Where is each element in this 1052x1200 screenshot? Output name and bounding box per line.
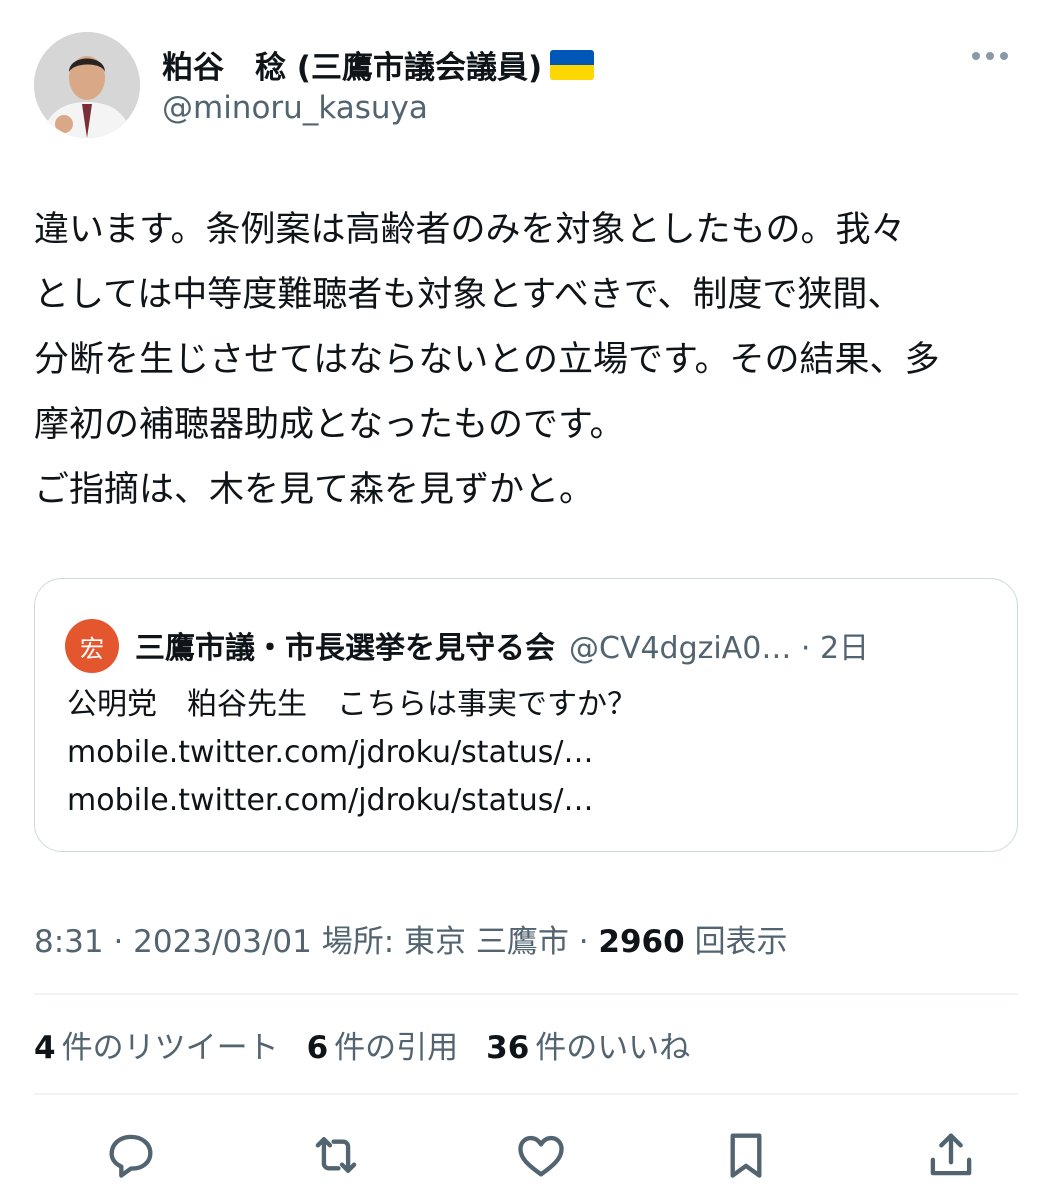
tweet-detail: 粕谷 稔 (三鷹市議会議員) @minoru_kasuya 違います。条例案は高… [0,0,1052,1200]
tweet-line: 違います。条例案は高齢者のみを対象としたもの。我々 [34,210,906,250]
quoted-link[interactable]: mobile.twitter.com/jdroku/status/… [67,729,637,777]
quoted-author-avatar[interactable]: 宏 [65,619,119,673]
divider [34,1093,1018,1095]
share-button[interactable] [916,1120,986,1190]
tweet-line: 分断を生じさせてはならないとの立場です。その結果、多 [34,340,940,380]
quoted-tweet-header: 三鷹市議・市長選挙を見守る会 @CV4dgziA0… · 2日 [135,623,869,667]
retweet-button[interactable] [301,1120,371,1190]
more-options-icon[interactable] [972,52,1008,60]
author-avatar[interactable] [34,32,140,138]
engagement-stats: 4 件のリツイート 6 件の引用 36 件のいいね [34,1022,690,1067]
person-photo-icon [34,32,140,138]
reply-button[interactable] [96,1120,166,1190]
bookmark-icon [730,1133,762,1178]
divider [34,993,1018,995]
retweet-icon [315,1137,357,1173]
tweet-metadata: 8:31 · 2023/03/01 場所: 東京 三鷹市 · 2960 回表示 [34,916,788,961]
like-button[interactable] [506,1120,576,1190]
tweet-line: ご指摘は、木を見て森を見ずかと。 [34,470,595,510]
share-icon [930,1133,972,1176]
action-bar [96,1120,986,1190]
quoted-line: 公明党 粕谷先生 こちらは事実ですか？ [67,687,637,722]
bookmark-button[interactable] [711,1120,781,1190]
author-name-row[interactable]: 粕谷 稔 (三鷹市議会議員) [162,42,595,87]
reply-icon [109,1134,153,1178]
retweets-stat[interactable]: 4 件のリツイート [34,1022,279,1067]
tweet-text: 違います。条例案は高齢者のみを対象としたもの。我々 としては中等度難聴者も対象と… [34,198,1024,523]
tweet-line: 摩初の補聴器助成となったものです。 [34,405,625,445]
quoted-link[interactable]: mobile.twitter.com/jdroku/status/… [67,777,637,825]
quoted-author-name[interactable]: 三鷹市議・市長選挙を見守る会 [135,631,555,666]
timestamp-location[interactable]: 8:31 · 2023/03/01 場所: 東京 三鷹市 · [34,924,598,960]
quotes-stat[interactable]: 6 件の引用 [307,1022,459,1067]
quoted-author-meta: @CV4dgziA0… · 2日 [569,631,870,666]
tweet-line: としては中等度難聴者も対象とすべきで、制度で狭間、 [34,275,903,315]
author-handle[interactable]: @minoru_kasuya [162,90,428,126]
quoted-tweet-text: 公明党 粕谷先生 こちらは事実ですか？ mobile.twitter.com/j… [67,681,637,825]
views-count: 2960 [598,924,685,960]
likes-stat[interactable]: 36 件のいいね [486,1022,690,1067]
views-label: 回表示 [694,924,788,960]
author-name[interactable]: 粕谷 稔 (三鷹市議会議員) [162,42,542,87]
ukraine-flag-icon [550,49,595,80]
quoted-tweet[interactable]: 宏 三鷹市議・市長選挙を見守る会 @CV4dgziA0… · 2日 公明党 粕谷先… [34,578,1018,852]
like-icon [518,1135,564,1177]
